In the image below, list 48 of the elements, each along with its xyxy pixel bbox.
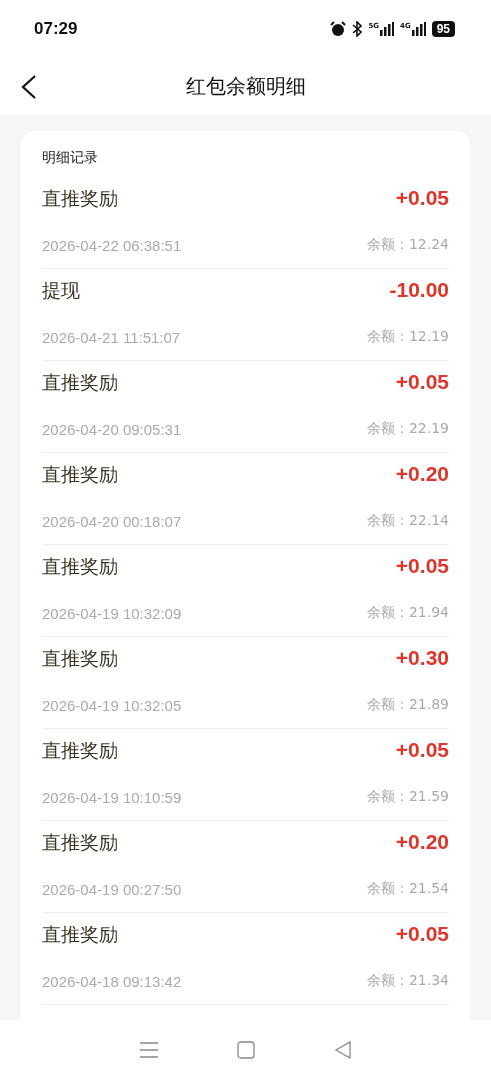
- record-time: 2026-04-19 00:27:50: [42, 881, 182, 898]
- record-type: 直推奖励: [42, 554, 119, 579]
- record-amount: -10.00: [389, 278, 449, 302]
- record-type: 提现: [42, 278, 81, 303]
- record-amount: +0.05: [395, 922, 449, 946]
- record-type: 直推奖励: [42, 370, 119, 395]
- balance-text: 余额：12.24: [366, 236, 449, 254]
- balance-text: 余额：21.59: [366, 788, 449, 806]
- signal-icon: [411, 22, 426, 36]
- record-amount: +0.30: [395, 646, 449, 670]
- back-icon[interactable]: [20, 74, 38, 100]
- page-title: 红包余额明细: [185, 73, 306, 100]
- record-amount: +0.05: [395, 186, 449, 210]
- record-amount: +0.20: [395, 830, 449, 854]
- back-nav-icon[interactable]: [333, 1041, 352, 1059]
- record-time: 2026-04-21 11:51:07: [42, 329, 181, 346]
- record-type: 直推奖励: [42, 186, 119, 211]
- card-title: 明细记录: [42, 149, 99, 167]
- record-amount: +0.20: [395, 462, 449, 486]
- alarm-clock-icon: [330, 21, 347, 37]
- record-time: 2026-04-19 10:32:09: [42, 605, 182, 622]
- balance-text: 余额：21.89: [366, 696, 449, 714]
- bluetooth-icon: [352, 21, 363, 37]
- balance-text: 余额：21.54: [366, 880, 449, 898]
- battery-level: 95: [431, 21, 455, 37]
- home-icon[interactable]: [237, 1041, 256, 1059]
- record-type: 直推奖励: [42, 830, 119, 855]
- record-time: 2026-04-20 09:05:31: [42, 421, 182, 438]
- balance-text: 余额：21.34: [366, 972, 449, 990]
- record-amount: +0.05: [395, 738, 449, 762]
- record-amount: +0.05: [395, 370, 449, 394]
- record-type: 直推奖励: [42, 738, 119, 763]
- record-time: 2026-04-19 10:10:59: [42, 789, 182, 806]
- record-time: 2026-04-20 00:18:07: [42, 513, 182, 530]
- record-amount: +0.05: [395, 554, 449, 578]
- balance-text: 余额：22.19: [366, 420, 449, 438]
- record-time: 2026-04-22 06:38:51: [42, 237, 182, 254]
- balance-text: 余额：21.94: [366, 604, 449, 622]
- signal-icon: [380, 22, 394, 36]
- record-type: 直推奖励: [42, 462, 119, 487]
- record-type: 直推奖励: [42, 922, 119, 947]
- status-time: 07:29: [34, 19, 78, 39]
- balance-text: 余额：12.19: [366, 328, 449, 346]
- balance-text: 余额：22.14: [366, 512, 449, 530]
- record-time: 2026-04-19 10:32:05: [42, 697, 182, 714]
- record-type: 直推奖励: [42, 646, 119, 671]
- record-time: 2026-04-18 09:13:42: [42, 973, 182, 990]
- menu-icon[interactable]: [139, 1041, 160, 1059]
